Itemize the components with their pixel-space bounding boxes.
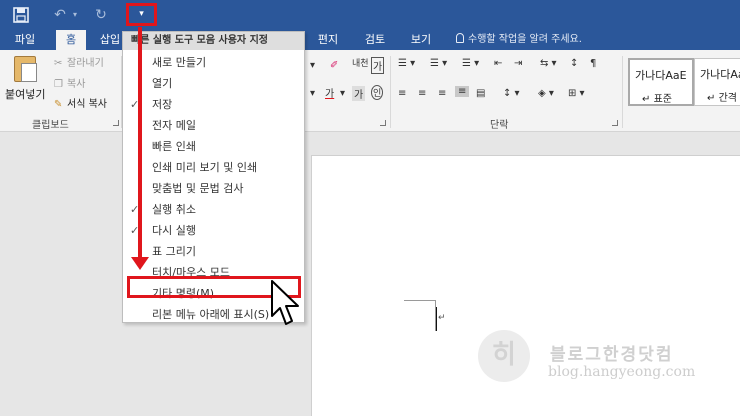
menu-item[interactable]: ✓ 저장: [123, 94, 304, 115]
menu-item-label: 인쇄 미리 보기 및 인쇄: [152, 161, 258, 174]
font-launcher-icon[interactable]: [380, 120, 386, 126]
style-no-spacing[interactable]: 가나다AaE ↵ 간격 없: [694, 58, 740, 106]
cut-button[interactable]: ✂ 잘라내기: [54, 54, 104, 69]
clipboard-launcher-icon[interactable]: [113, 120, 119, 126]
menu-item[interactable]: 빠른 인쇄: [123, 136, 304, 157]
menu-item[interactable]: 열기: [123, 73, 304, 94]
bullets-icon[interactable]: ☰ ▾: [398, 58, 415, 69]
enclose-char-icon[interactable]: 인: [371, 85, 384, 100]
menu-item[interactable]: 전자 메일: [123, 115, 304, 136]
show-marks-icon[interactable]: ¶: [590, 58, 596, 69]
customize-dropdown-icon: ▾: [139, 9, 144, 19]
phonetic-guide-icon[interactable]: 내천: [352, 56, 369, 69]
undo-icon[interactable]: ↶: [52, 4, 68, 26]
font-color-dropdown-icon[interactable]: ▾: [340, 88, 345, 99]
paintbrush-icon: ✎: [54, 99, 63, 110]
borders-icon[interactable]: ⊞ ▾: [568, 88, 585, 99]
menu-item[interactable]: ✓ 다시 실행: [123, 220, 304, 241]
paragraph-mark-icon: ↵: [438, 313, 446, 323]
menu-item-label: 새로 만들기: [152, 56, 207, 69]
ribbon: 붙여넣기 ✂ 잘라내기 ❐ 복사 ✎ 서식 복사 클립보드 ▾ ✐ 내천 가 ▾ 가 …: [0, 50, 740, 132]
sort-icon[interactable]: ↕: [570, 58, 578, 69]
lightbulb-icon: [456, 33, 464, 43]
redo-icon[interactable]: ↻: [92, 4, 110, 26]
tab-home[interactable]: 홈: [56, 30, 86, 50]
format-painter-button[interactable]: ✎ 서식 복사: [54, 95, 107, 110]
menu-item-label: 다시 실행: [152, 224, 196, 237]
clipboard-group-label: 클립보드: [32, 120, 69, 131]
title-bar: ↶ ▾ ↻ ▾: [0, 0, 740, 30]
menu-item-label: 전자 메일: [152, 119, 196, 132]
clear-formatting-icon[interactable]: ✐: [330, 60, 338, 71]
align-left-icon[interactable]: ≡: [398, 88, 406, 99]
menu-item[interactable]: 새로 만들기: [123, 52, 304, 73]
group-separator: [622, 56, 623, 128]
menu-item-label: 맞춤법 및 문법 검사: [152, 182, 244, 195]
text-cursor: [436, 307, 437, 331]
style-sample: 가나다AaE: [635, 69, 687, 82]
paragraph-launcher-icon[interactable]: [612, 120, 618, 126]
copy-icon: ❐: [54, 79, 63, 90]
tell-me-box[interactable]: 수행할 작업을 알려 주세요.: [456, 30, 582, 50]
customize-quick-access-button[interactable]: ▾: [126, 3, 157, 26]
menu-item[interactable]: 표 그리기: [123, 241, 304, 262]
save-icon[interactable]: [10, 4, 32, 26]
menu-item-label: 리본 메뉴 아래에 표시(S): [152, 308, 270, 321]
paste-button[interactable]: 붙여넣기: [5, 86, 45, 102]
copy-label: 복사: [67, 79, 86, 90]
mouse-pointer-icon: [271, 280, 301, 331]
tab-insert[interactable]: 삽입: [98, 30, 122, 50]
menu-item-label: 실행 취소: [152, 203, 196, 216]
copy-button[interactable]: ❐ 복사: [54, 75, 85, 90]
tab-mailings[interactable]: 편지: [313, 30, 343, 50]
tab-view[interactable]: 보기: [406, 30, 436, 50]
char-border-icon[interactable]: 가: [371, 57, 385, 74]
style-name: ↵ 간격 없: [707, 93, 740, 104]
watermark-emblem-icon: 히: [478, 330, 530, 382]
menu-item[interactable]: 맞춤법 및 문법 검사: [123, 178, 304, 199]
guide-arrow-line: [138, 27, 142, 259]
watermark-url: blog.hangyeong.com: [548, 364, 696, 380]
line-spacing-icon[interactable]: ↕ ▾: [503, 88, 520, 99]
ribbon-tab-bar: 파일 홈 삽입 편지 검토 보기 수행할 작업을 알려 주세요.: [0, 30, 740, 50]
asian-layout-icon[interactable]: ⇆ ▾: [540, 58, 557, 69]
undo-dropdown-icon[interactable]: ▾: [70, 4, 80, 26]
group-separator: [390, 56, 391, 128]
tab-review[interactable]: 검토: [360, 30, 390, 50]
guide-arrow-head: [131, 257, 149, 270]
style-sample: 가나다AaE: [700, 68, 740, 81]
distribute-icon[interactable]: ▤: [476, 88, 485, 99]
highlight-dropdown-icon[interactable]: ▾: [310, 88, 315, 99]
font-size-dropdown-icon[interactable]: ▾: [310, 60, 315, 71]
menu-item[interactable]: 인쇄 미리 보기 및 인쇄: [123, 157, 304, 178]
align-right-icon[interactable]: ≡: [438, 88, 446, 99]
menu-header: 빠른 실행 도구 모음 사용자 지정: [123, 32, 304, 50]
numbering-icon[interactable]: ☰ ▾: [430, 58, 447, 69]
menu-item-label: 저장: [152, 98, 173, 111]
style-name: ↵ 표준: [642, 94, 672, 105]
align-center-icon[interactable]: ≡: [418, 88, 426, 99]
decrease-indent-icon[interactable]: ⇤: [494, 58, 502, 69]
paragraph-group-label: 단락: [490, 120, 509, 131]
tell-me-text: 수행할 작업을 알려 주세요.: [468, 34, 582, 45]
font-color-icon[interactable]: 가: [325, 85, 334, 100]
tab-file[interactable]: 파일: [10, 30, 40, 50]
margin-guide: [404, 300, 435, 301]
menu-item-label: 빠른 인쇄: [152, 140, 196, 153]
char-shading-icon[interactable]: 가: [352, 86, 366, 101]
shading-icon[interactable]: ◈ ▾: [538, 88, 554, 99]
menu-item-label: 표 그리기: [152, 245, 196, 258]
format-painter-label: 서식 복사: [67, 99, 107, 110]
increase-indent-icon[interactable]: ⇥: [514, 58, 522, 69]
scissors-icon: ✂: [54, 58, 63, 69]
justify-icon[interactable]: ≡: [455, 86, 470, 97]
watermark-title: 블로그한경닷컴: [550, 345, 674, 365]
menu-item-label: 열기: [152, 77, 173, 90]
paste-icon[interactable]: [14, 56, 37, 82]
menu-item[interactable]: ✓ 실행 취소: [123, 199, 304, 220]
style-normal[interactable]: 가나다AaE ↵ 표준: [628, 58, 694, 106]
cut-label: 잘라내기: [67, 58, 104, 69]
multilevel-list-icon[interactable]: ☰ ▾: [462, 58, 479, 69]
